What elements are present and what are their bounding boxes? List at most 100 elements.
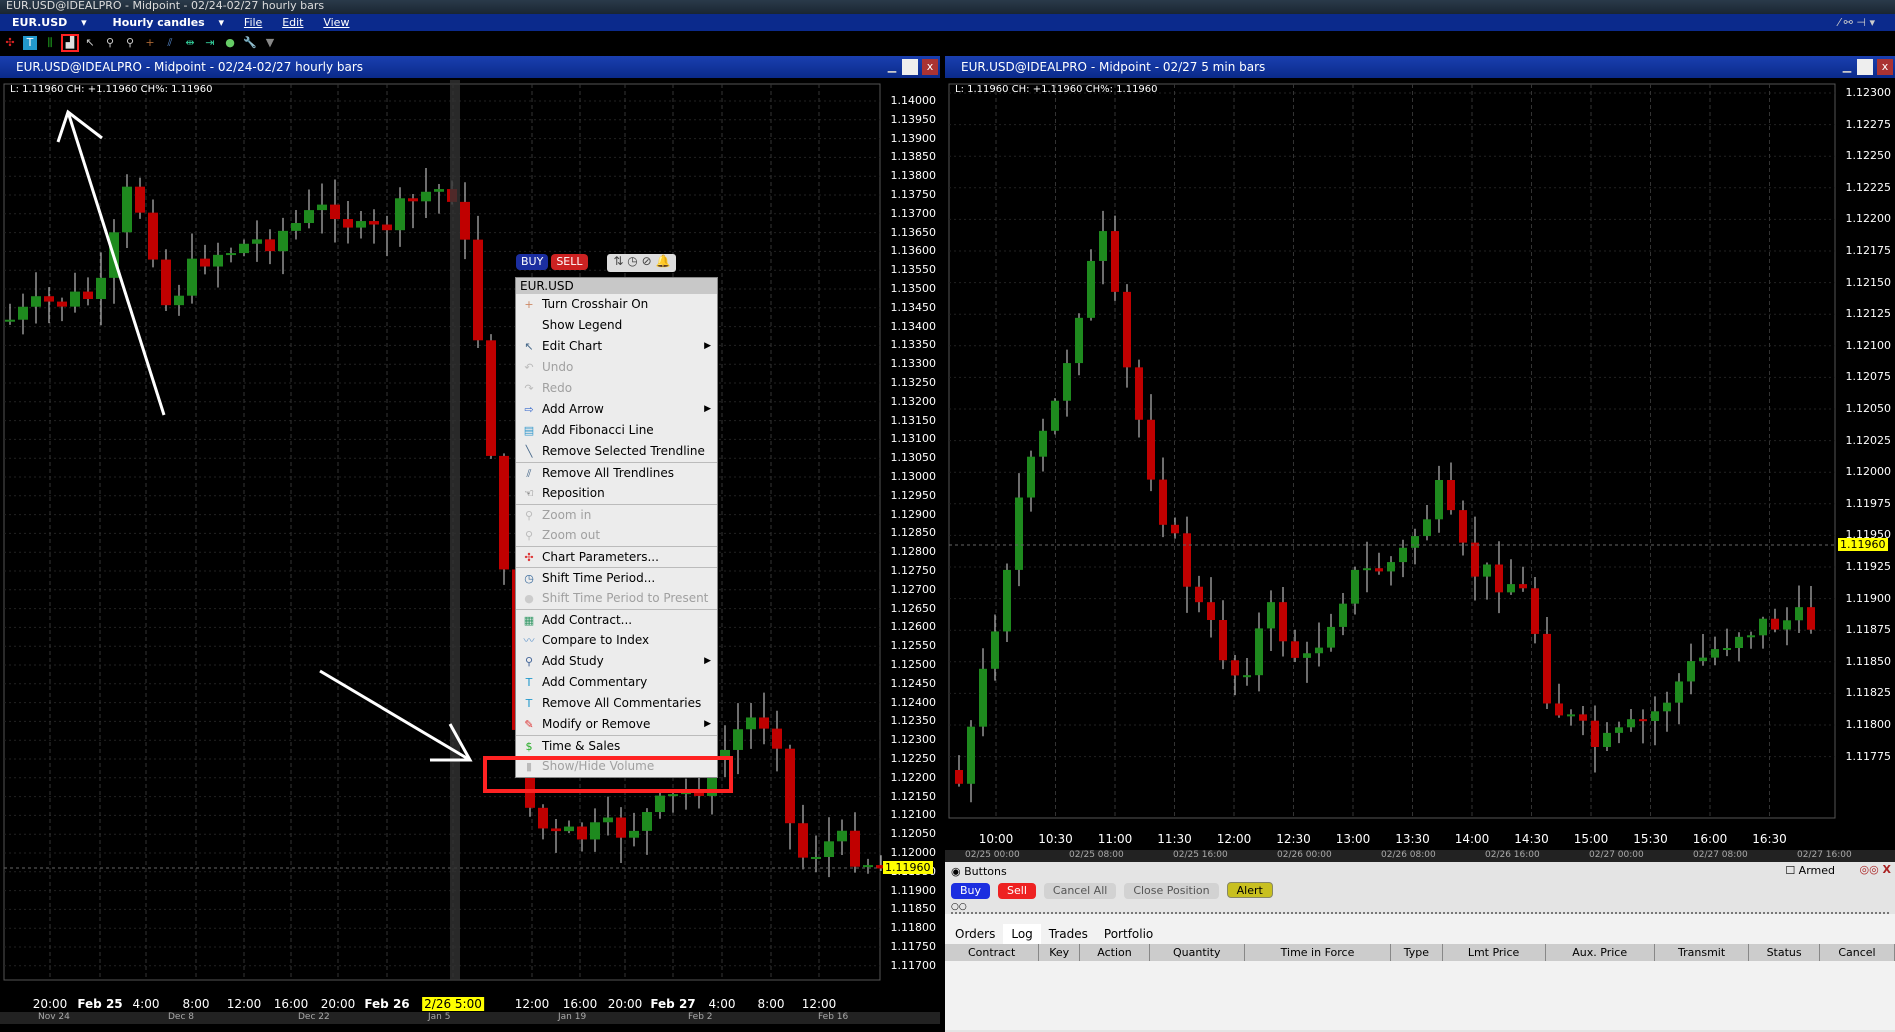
menu-item-chart-parameters[interactable]: ✣ Chart Parameters... — [516, 546, 717, 567]
close-panel-icon[interactable]: ◎◎ X — [1859, 863, 1891, 876]
context-menu: EUR.USD + Turn Crosshair On Show Legend ↖ Ed… — [515, 277, 718, 778]
5min-chart[interactable]: L: 1.11960 CH: +1.11960 CH%: 1.11960 1.1… — [945, 80, 1895, 850]
menu-view[interactable]: View — [323, 16, 349, 29]
menu-item-modify-or-remove[interactable]: ✎ Modify or Remove ▶ — [516, 714, 717, 735]
menu-item-add-study[interactable]: ⚲ Add Study ▶ — [516, 651, 717, 672]
menu-item-add-fibonacci-line[interactable]: ▤ Add Fibonacci Line — [516, 420, 717, 441]
sell-button[interactable]: Sell — [998, 883, 1036, 899]
zoom-out-icon[interactable]: ⚲ — [123, 36, 137, 50]
menu-item-shift-time-period-to-present[interactable]: ● Shift Time Period to Present — [516, 588, 717, 609]
close-position-button[interactable]: Close Position — [1124, 883, 1219, 899]
hourly-chart[interactable]: L: 1.11960 CH: +1.11960 CH%: 1.11960 1.1… — [0, 80, 940, 1012]
collapse-icon[interactable]: ◉ — [951, 865, 961, 878]
minimize-button[interactable]: ▁ — [1839, 59, 1855, 75]
alert-button[interactable]: Alert — [1226, 882, 1273, 898]
menu-item-add-arrow[interactable]: ⇨ Add Arrow ▶ — [516, 399, 717, 420]
text-icon[interactable]: T — [23, 36, 37, 50]
period-dropdown[interactable]: Hourly candles ▾ — [107, 16, 225, 29]
menu-item-add-commentary[interactable]: T Add Commentary — [516, 672, 717, 693]
nav-date: 02/27 00:00 — [1589, 850, 1644, 860]
zoom-in-icon: ⚲ — [524, 509, 534, 522]
tab-trades[interactable]: Trades — [1041, 924, 1096, 944]
minimize-button[interactable]: ▁ — [884, 59, 900, 75]
link-pin-icons[interactable]: ⁄ ⚯ ⊣ ▾ — [1838, 14, 1875, 31]
menu-item-compare-to-index[interactable]: 〰 Compare to Index — [516, 630, 717, 651]
menu-item-remove-all-commentaries[interactable]: T Remove All Commentaries — [516, 693, 717, 714]
menu-item-remove-all-trendlines[interactable]: ⫽ Remove All Trendlines — [516, 462, 717, 483]
menu-item-label: Remove All Commentaries — [542, 696, 702, 710]
menu-file[interactable]: File — [244, 16, 262, 29]
candle — [252, 239, 262, 244]
candle — [395, 198, 405, 231]
palette-icon[interactable]: ● — [223, 36, 237, 50]
link-icon[interactable]: ⊘ — [642, 254, 652, 268]
shift-left-icon[interactable]: ⇹ — [183, 36, 197, 50]
shift-right-icon[interactable]: ⇥ — [203, 36, 217, 50]
maximize-button[interactable] — [902, 59, 918, 75]
menu-item-edit-chart[interactable]: ↖ Edit Chart ▶ — [516, 336, 717, 357]
column-header[interactable]: Quantity — [1149, 944, 1245, 961]
more-icon[interactable]: ▼ — [263, 36, 277, 50]
bar-icon[interactable]: ⫼ — [43, 36, 57, 50]
candle — [1027, 456, 1035, 498]
quick-buy-button[interactable]: BUY — [516, 254, 549, 270]
menu-item-show-hide-volume[interactable]: ▮ Show/Hide Volume — [516, 756, 717, 777]
column-header[interactable]: Aux. Price — [1545, 944, 1655, 961]
zoom-in-icon[interactable]: ⚲ — [103, 36, 117, 50]
menu-item-show-legend[interactable]: Show Legend — [516, 315, 717, 336]
pointer-icon[interactable]: ↖ — [83, 36, 97, 50]
clock-icon[interactable]: ◷ — [627, 254, 637, 268]
column-header[interactable]: Action — [1079, 944, 1150, 961]
bell-icon[interactable]: 🔔 — [655, 254, 670, 268]
tab-log[interactable]: Log — [1003, 924, 1041, 944]
column-header[interactable]: Transmit — [1654, 944, 1750, 961]
menu-edit[interactable]: Edit — [282, 16, 303, 29]
close-button[interactable]: x — [1877, 59, 1893, 75]
column-header[interactable]: Key — [1038, 944, 1081, 961]
symbol-dropdown[interactable]: EUR.USD ▾ — [6, 16, 87, 29]
price-label: 1.11900 — [890, 883, 937, 897]
menu-item-shift-time-period[interactable]: ◷ Shift Time Period... — [516, 567, 717, 588]
maximize-button[interactable] — [1857, 59, 1873, 75]
crosshair-icon[interactable]: ✣ — [3, 36, 17, 50]
candle — [1387, 562, 1395, 572]
column-header[interactable]: Lmt Price — [1442, 944, 1546, 961]
trendline-icon[interactable]: ⫽ — [163, 36, 177, 50]
column-header[interactable]: Status — [1748, 944, 1820, 961]
menu-item-redo[interactable]: ↷ Redo — [516, 378, 717, 399]
close-button[interactable]: x — [922, 59, 938, 75]
menu-item-undo[interactable]: ↶ Undo — [516, 357, 717, 378]
menu-item-time-sales[interactable]: $ Time & Sales — [516, 735, 717, 756]
column-header[interactable]: Time in Force — [1244, 944, 1392, 961]
menu-item-reposition[interactable]: ☜ Reposition — [516, 483, 717, 504]
quick-sell-button[interactable]: SELL — [551, 254, 588, 270]
armed-checkbox[interactable]: ☐ Armed — [1785, 864, 1835, 877]
column-header[interactable]: Cancel — [1819, 944, 1895, 961]
splitter[interactable]: ○○ — [951, 902, 1889, 914]
buy-button[interactable]: Buy — [951, 883, 991, 899]
menu-item-add-contract[interactable]: ▦ Add Contract... — [516, 609, 717, 630]
5min-chart-window: EUR.USD@IDEALPRO - Midpoint - 02/27 5 mi… — [945, 56, 1895, 862]
candle — [187, 258, 197, 296]
tab-portfolio[interactable]: Portfolio — [1096, 924, 1161, 944]
menu-item-zoom-out[interactable]: ⚲ Zoom out — [516, 525, 717, 546]
cross-icon[interactable]: + — [143, 36, 157, 50]
wrench-icon[interactable]: 🔧 — [243, 36, 257, 50]
column-header[interactable]: Type — [1390, 944, 1443, 961]
column-header[interactable]: Contract — [945, 944, 1040, 961]
5min-chart-title: EUR.USD@IDEALPRO - Midpoint - 02/27 5 mi… — [945, 56, 1895, 78]
history-navigator[interactable]: 02/25 00:00 02/25 08:00 02/25 16:00 02/26 0… — [945, 850, 1895, 862]
price-label: 1.12050 — [890, 827, 937, 841]
candle — [1015, 497, 1023, 570]
history-navigator[interactable]: Nov 24 Dec 8 Dec 22 Jan 5 Jan 19 Feb 2 Feb 16 — [0, 1012, 940, 1024]
menu-item-turn-crosshair-on[interactable]: + Turn Crosshair On — [516, 294, 717, 315]
volume-toggle-icon[interactable]: ▟ — [61, 34, 79, 52]
price-label: 1.12550 — [890, 639, 937, 653]
tab-orders[interactable]: Orders — [947, 924, 1003, 944]
candle — [434, 189, 444, 192]
cancel-all-button[interactable]: Cancel All — [1043, 883, 1117, 899]
menu-item-remove-selected-trendline[interactable]: ╲ Remove Selected Trendline — [516, 441, 717, 462]
candle — [408, 198, 418, 202]
menu-item-zoom-in[interactable]: ⚲ Zoom in — [516, 504, 717, 525]
order-icon[interactable]: ⇅ — [613, 254, 623, 268]
